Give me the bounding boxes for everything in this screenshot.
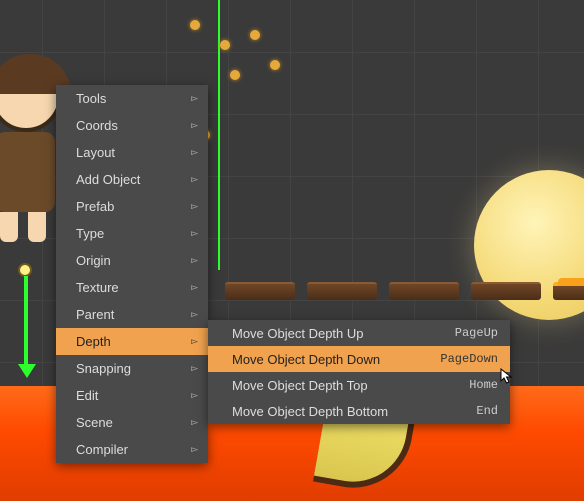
menu-item-label: Layout (76, 145, 115, 160)
submenu-arrow-icon: ▻ (191, 282, 198, 293)
submenu-arrow-icon: ▻ (191, 417, 198, 428)
menu-item-tools[interactable]: Tools ▻ (56, 85, 208, 112)
submenu-item-move-depth-top[interactable]: Move Object Depth Top Home (208, 372, 510, 398)
submenu-item-shortcut: PageUp (455, 326, 498, 340)
menu-item-snapping[interactable]: Snapping ▻ (56, 355, 208, 382)
context-menu: Tools ▻ Coords ▻ Layout ▻ Add Object ▻ P… (56, 85, 208, 463)
context-submenu-depth: Move Object Depth Up PageUp Move Object … (208, 320, 510, 424)
submenu-arrow-icon: ▻ (191, 444, 198, 455)
submenu-item-label: Move Object Depth Bottom (232, 404, 388, 419)
menu-item-label: Add Object (76, 172, 140, 187)
submenu-arrow-icon: ▻ (191, 147, 198, 158)
submenu-arrow-icon: ▻ (191, 336, 198, 347)
platform-row (225, 282, 584, 300)
menu-item-origin[interactable]: Origin ▻ (56, 247, 208, 274)
submenu-item-label: Move Object Depth Down (232, 352, 380, 367)
submenu-arrow-icon: ▻ (191, 390, 198, 401)
submenu-arrow-icon: ▻ (191, 228, 198, 239)
submenu-arrow-icon: ▻ (191, 93, 198, 104)
menu-item-label: Type (76, 226, 104, 241)
submenu-item-label: Move Object Depth Top (232, 378, 368, 393)
platform-sprite (389, 282, 459, 300)
platform-gold-sprite (553, 282, 584, 300)
menu-item-edit[interactable]: Edit ▻ (56, 382, 208, 409)
submenu-arrow-icon: ▻ (191, 309, 198, 320)
menu-item-label: Texture (76, 280, 119, 295)
platform-sprite (225, 282, 295, 300)
submenu-arrow-icon: ▻ (191, 201, 198, 212)
menu-item-coords[interactable]: Coords ▻ (56, 112, 208, 139)
menu-item-label: Depth (76, 334, 111, 349)
menu-item-add-object[interactable]: Add Object ▻ (56, 166, 208, 193)
submenu-arrow-icon: ▻ (191, 363, 198, 374)
submenu-item-move-depth-up[interactable]: Move Object Depth Up PageUp (208, 320, 510, 346)
submenu-arrow-icon: ▻ (191, 255, 198, 266)
submenu-arrow-icon: ▻ (191, 120, 198, 131)
menu-item-compiler[interactable]: Compiler ▻ (56, 436, 208, 463)
submenu-item-shortcut: PageDown (440, 352, 498, 366)
menu-item-label: Parent (76, 307, 114, 322)
submenu-arrow-icon: ▻ (191, 174, 198, 185)
submenu-item-move-depth-bottom[interactable]: Move Object Depth Bottom End (208, 398, 510, 424)
platform-sprite (471, 282, 541, 300)
menu-item-texture[interactable]: Texture ▻ (56, 274, 208, 301)
menu-item-label: Prefab (76, 199, 114, 214)
menu-item-label: Compiler (76, 442, 128, 457)
menu-item-label: Scene (76, 415, 113, 430)
platform-sprite (307, 282, 377, 300)
menu-item-prefab[interactable]: Prefab ▻ (56, 193, 208, 220)
menu-item-scene[interactable]: Scene ▻ (56, 409, 208, 436)
menu-item-layout[interactable]: Layout ▻ (56, 139, 208, 166)
menu-item-label: Origin (76, 253, 111, 268)
menu-item-label: Coords (76, 118, 118, 133)
submenu-item-shortcut: End (476, 404, 498, 418)
menu-item-type[interactable]: Type ▻ (56, 220, 208, 247)
menu-item-label: Edit (76, 388, 98, 403)
submenu-item-move-depth-down[interactable]: Move Object Depth Down PageDown (208, 346, 510, 372)
menu-item-parent[interactable]: Parent ▻ (56, 301, 208, 328)
menu-item-label: Tools (76, 91, 106, 106)
menu-item-label: Snapping (76, 361, 131, 376)
submenu-item-label: Move Object Depth Up (232, 326, 364, 341)
menu-item-depth[interactable]: Depth ▻ (56, 328, 208, 355)
submenu-item-shortcut: Home (469, 378, 498, 392)
